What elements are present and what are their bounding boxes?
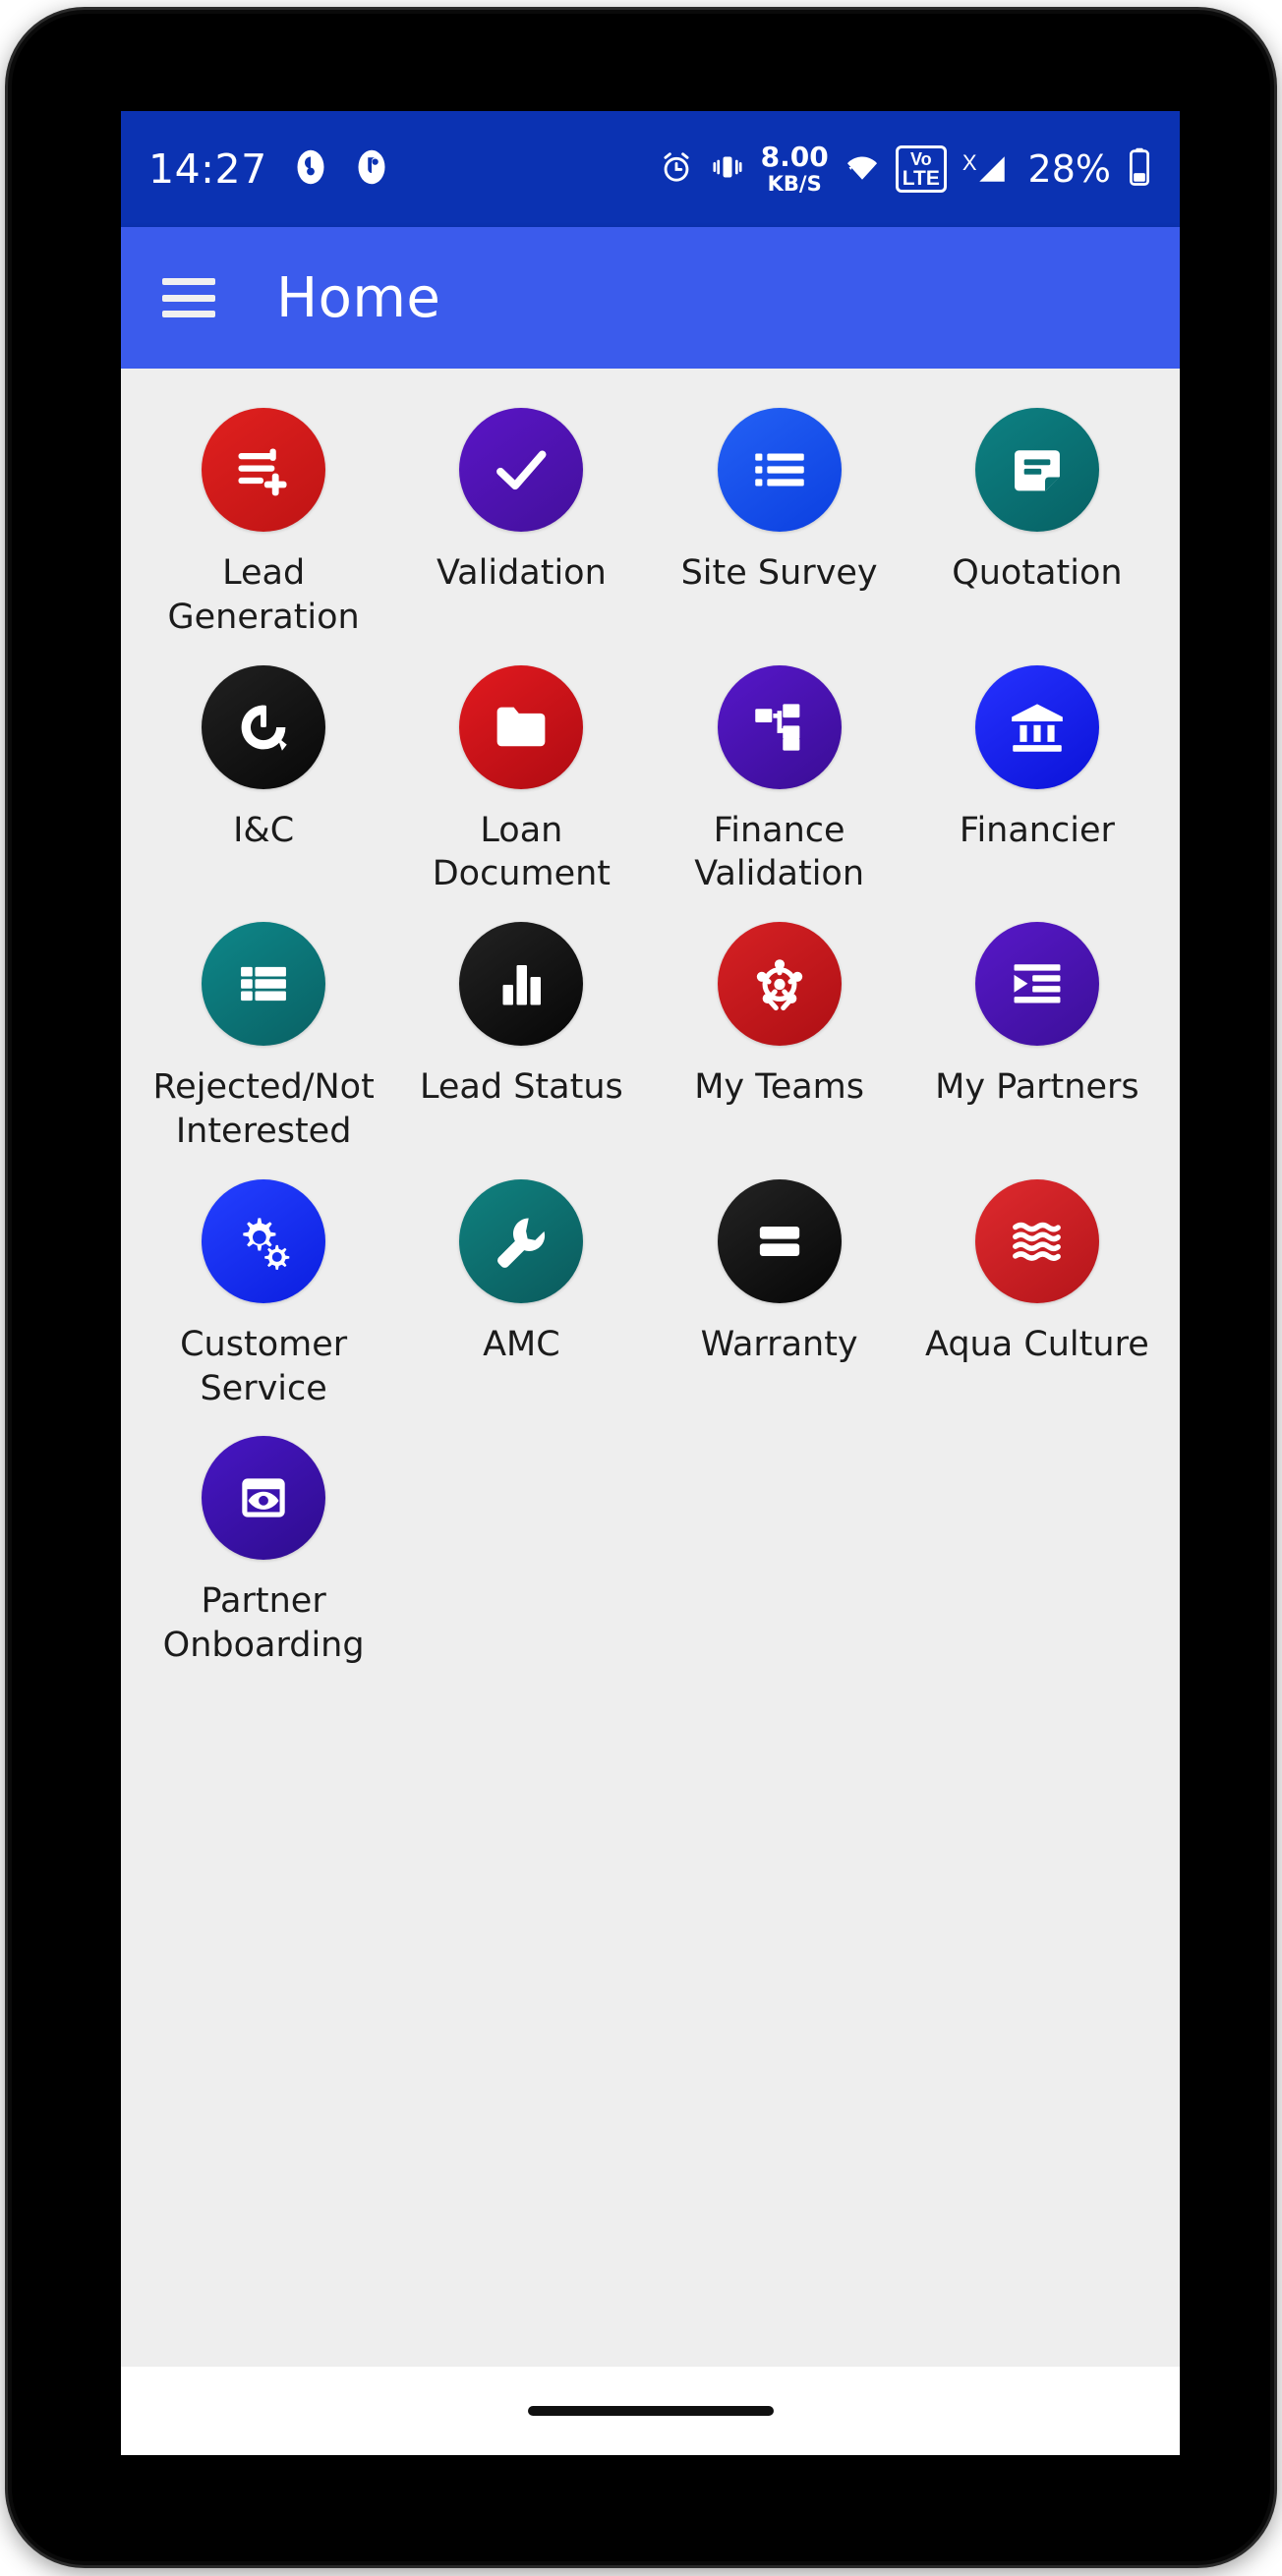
check-icon [486,434,556,505]
tile-label: Site Survey [680,553,878,593]
battery-icon [1127,147,1152,192]
tile-icon-circle [717,1178,842,1303]
preview-eye-icon [233,1467,294,1528]
wrench-icon [490,1210,553,1273]
hub-network-icon [748,952,811,1015]
tile-icon-circle [459,922,584,1047]
tile-rejected-not-interested[interactable]: Rejected/Not Interested [135,910,392,1154]
app-badge-icon [354,147,389,192]
content-bottom-spacer [121,1668,1180,1727]
app-grid: Lead Generation Validation Site Survey Q… [121,369,1180,1668]
tile-my-teams[interactable]: My Teams [651,910,908,1154]
status-bar: 14:27 8.00 KB/S Vo LTE X 28% [121,111,1180,227]
tile-icon-circle [202,408,326,532]
app-bar: Home [121,227,1180,369]
tile-icon-circle [202,1436,326,1561]
tile-validation[interactable]: Validation [392,396,650,640]
tile-icon-circle [974,408,1099,532]
tile-icon-circle [459,664,584,789]
donut-progress-icon [232,696,295,759]
tile-label: Warranty [700,1324,858,1364]
status-time: 14:27 [148,145,267,193]
alarm-icon [659,148,694,191]
tile-finance-validation[interactable]: Finance Validation [651,654,908,897]
tile-customer-service[interactable]: Customer Service [135,1168,392,1411]
tile-label: Finance Validation [694,810,865,894]
tile-partner-onboarding[interactable]: Partner Onboarding [135,1424,392,1668]
tile-label: Validation [436,553,607,593]
tile-icon-circle [202,1178,326,1303]
tile-icon-circle [717,664,842,789]
waves-icon [1007,1211,1068,1272]
tile-label: Lead Generation [167,553,360,637]
tile-icon-circle [202,922,326,1047]
tile-label: Loan Document [432,810,612,894]
tile-aqua-culture[interactable]: Aqua Culture [908,1168,1166,1411]
hamburger-line-1 [162,278,215,285]
bar-chart-icon [492,954,551,1013]
tile-label: Partner Onboarding [162,1581,365,1666]
tile-icon-circle [974,922,1099,1047]
tile-loan-document[interactable]: Loan Document [392,654,650,897]
tile-label: Financier [959,810,1115,850]
location-icon [293,147,328,192]
tile-label: My Teams [694,1067,865,1108]
tile-icon-circle [459,1178,584,1303]
tile-icon-circle [974,664,1099,789]
tile-lead-generation[interactable]: Lead Generation [135,396,392,640]
note-document-icon [1006,438,1069,501]
system-navigation-bar [121,2367,1180,2455]
tile-label: AMC [483,1324,560,1364]
home-indicator-pill[interactable] [527,2406,774,2416]
tile-quotation[interactable]: Quotation [908,396,1166,640]
folder-icon [488,694,554,761]
tile-site-survey[interactable]: Site Survey [651,396,908,640]
tile-label: Aqua Culture [925,1324,1149,1364]
tile-lead-status[interactable]: Lead Status [392,910,650,1154]
list-bullets-icon [747,437,812,502]
tile-i-and-c[interactable]: I&C [135,654,392,897]
volte-icon: Vo LTE [895,145,947,193]
tile-label: Lead Status [420,1067,623,1108]
network-speed-unit: KB/S [767,172,822,196]
volte-label-top: Vo [909,149,932,169]
phone-screen: 14:27 8.00 KB/S Vo LTE X 28% Home Lead G… [121,111,1180,2455]
tile-label: Quotation [952,553,1123,593]
battery-percent-label: 28% [1027,147,1111,191]
status-bar-left: 14:27 [148,145,389,193]
tile-label: Rejected/Not Interested [152,1067,375,1151]
tile-icon-circle [717,922,842,1047]
playlist-add-icon [230,436,297,503]
screenshot-stage: 14:27 8.00 KB/S Vo LTE X 28% Home Lead G… [0,0,1282,2576]
wifi-icon [845,148,880,191]
tile-financier[interactable]: Financier [908,654,1166,897]
network-speed-indicator: 8.00 KB/S [761,143,829,195]
hamburger-menu-icon[interactable] [162,278,215,317]
signal-bars-icon: X [962,150,1009,188]
tile-amc[interactable]: AMC [392,1168,650,1411]
format-indent-icon [1006,952,1069,1015]
tile-icon-circle [202,664,326,789]
status-bar-right: 8.00 KB/S Vo LTE X 28% [659,143,1152,195]
tile-label: My Partners [935,1067,1139,1108]
network-speed-value: 8.00 [760,141,829,173]
bank-icon [1005,695,1070,760]
table-grid-icon [232,952,295,1015]
hamburger-line-3 [162,311,215,317]
vibrate-icon [710,148,745,191]
tile-warranty[interactable]: Warranty [651,1168,908,1411]
account-tree-icon [747,695,812,760]
tile-icon-circle [717,408,842,532]
phone-frame: 14:27 8.00 KB/S Vo LTE X 28% Home Lead G… [8,10,1274,2565]
tile-label: Customer Service [180,1324,348,1408]
tile-my-partners[interactable]: My Partners [908,910,1166,1154]
volte-label-bottom: LTE [902,167,940,190]
gears-settings-icon [231,1209,296,1274]
page-title: Home [276,265,441,330]
hamburger-line-2 [162,294,215,302]
tile-icon-circle [459,408,584,532]
tile-icon-circle [974,1178,1099,1303]
tile-label: I&C [233,810,295,850]
two-bars-icon [749,1211,810,1272]
